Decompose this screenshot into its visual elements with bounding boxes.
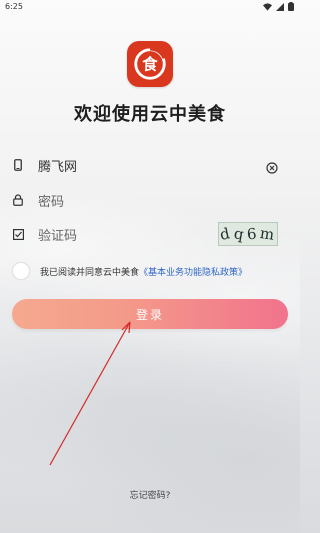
status-time: 6:25 [5,2,23,11]
captcha-char: m [259,224,277,244]
status-icons [263,2,294,11]
captcha-char: 6 [246,224,259,244]
agreement-checkbox[interactable] [12,262,30,280]
status-bar: 6:25 [0,0,300,14]
checklist-icon [12,228,24,240]
signal-icon [276,2,284,11]
captcha-placeholder: 验证码 [38,228,78,244]
username-value: 腾飞网 [38,159,78,175]
captcha-image[interactable]: d q 6 m [218,222,278,246]
battery-icon [288,2,294,11]
captcha-char: q [232,224,246,244]
captcha-field[interactable]: 验证码 d q 6 m [12,222,288,246]
logo-icon: 食 [134,47,166,80]
username-field[interactable]: 腾飞网 [12,153,288,177]
login-button[interactable]: 登录 [12,299,288,329]
logo-glyph: 食 [142,56,158,74]
agreement-text: 我已阅读并同意云中美食《基本业务功能隐私政策》 [40,265,247,278]
privacy-policy-link[interactable]: 《基本业务功能隐私政策》 [139,268,247,278]
phone-icon [12,159,24,171]
forgot-password-link[interactable]: 忘记密码? [0,488,300,501]
password-field[interactable]: 密码 [12,188,288,212]
wifi-icon [263,2,272,11]
agreement-label: 我已阅读并同意云中美食 [40,267,140,278]
app-logo: 食 [127,41,173,87]
page-title: 欢迎使用云中美食 [74,104,226,125]
password-placeholder: 密码 [38,194,65,210]
agreement-row: 我已阅读并同意云中美食《基本业务功能隐私政策》 [12,262,247,280]
lock-icon [12,194,24,206]
clear-icon[interactable] [266,159,278,174]
captcha-char: d [218,224,233,244]
